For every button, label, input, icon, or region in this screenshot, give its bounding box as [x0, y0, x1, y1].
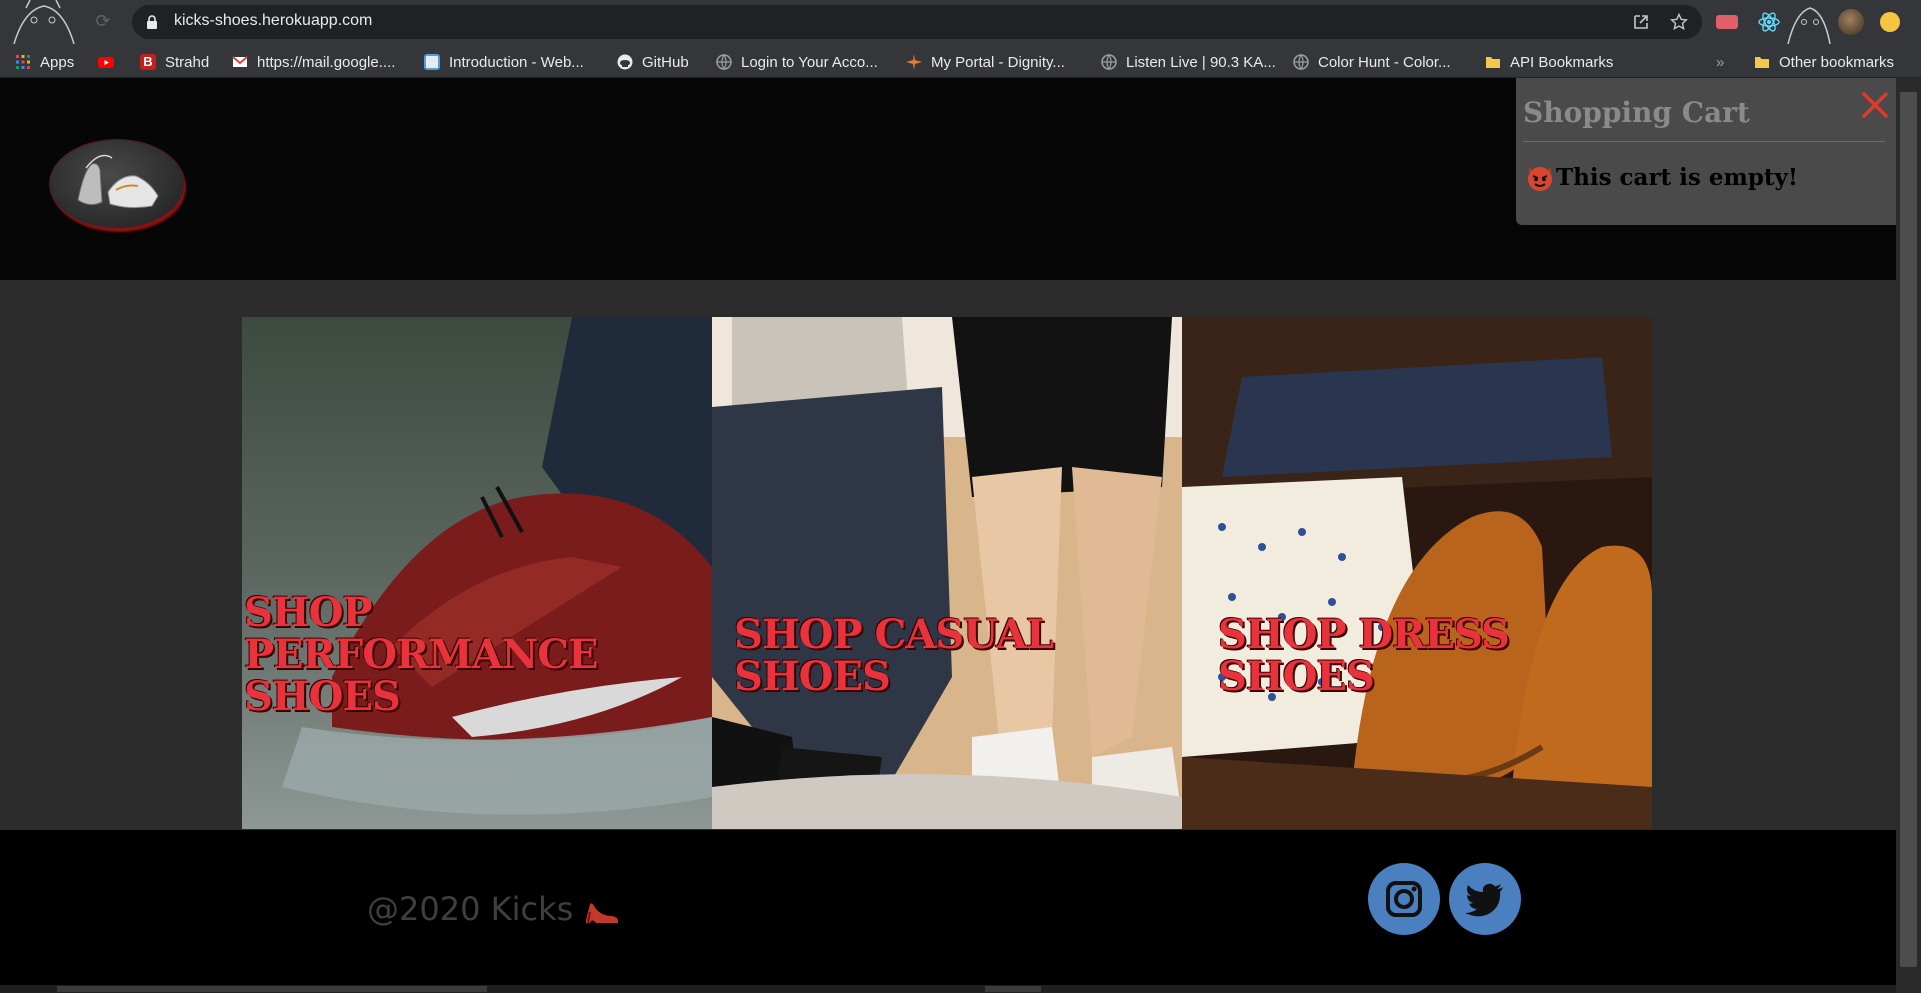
twitter-icon	[1465, 883, 1503, 917]
copyright-text: @2020 Kicks	[367, 890, 574, 928]
devil-emoji-icon	[1528, 166, 1552, 191]
apps-grid-icon	[16, 55, 30, 69]
close-cart-icon[interactable]	[1860, 90, 1890, 120]
page: Shopping Cart This cart is empty! SHOP P…	[0, 78, 1896, 993]
gmail-icon	[232, 56, 248, 67]
lock-icon	[147, 15, 157, 29]
bookmark-label: Introduction - Web...	[449, 53, 584, 71]
bookmark-label: My Portal - Dignity...	[931, 53, 1065, 71]
performance-shoe-photo	[242, 317, 712, 829]
horizontal-scrollbar[interactable]	[0, 985, 1896, 993]
globe-icon	[1101, 54, 1117, 70]
shopping-cart-panel: Shopping Cart This cart is empty!	[1516, 78, 1896, 225]
totoro-theme-art	[13, 0, 75, 44]
tile-casual-shoes[interactable]: SHOP CASUAL SHOES	[712, 317, 1182, 829]
kicks-logo[interactable]	[50, 140, 184, 228]
cart-empty-message: This cart is empty!	[1556, 164, 1799, 191]
scrollbar-thumb[interactable]	[1900, 92, 1917, 967]
instagram-button[interactable]	[1368, 863, 1440, 935]
bookmarks-overflow-chevron[interactable]: »	[1716, 52, 1724, 72]
bookmark-label: Listen Live | 90.3 KA...	[1126, 53, 1276, 71]
page-icon	[424, 54, 440, 70]
totoro-theme-art-right	[1787, 7, 1831, 44]
github-icon	[617, 54, 633, 70]
dress-shoe-photo	[1182, 317, 1652, 829]
bookmark-github[interactable]: GitHub	[617, 52, 689, 72]
reload-icon[interactable]: ⟳	[92, 11, 114, 33]
bookmark-youtube[interactable]	[98, 52, 114, 72]
globe-icon	[716, 54, 732, 70]
star-burst-icon	[906, 54, 922, 70]
address-bar[interactable]: kicks-shoes.herokuapp.com	[132, 5, 1702, 39]
browser-toolbar: ⟳ kicks-shoes.herokuapp.com	[0, 0, 1921, 44]
folder-icon	[1486, 57, 1500, 68]
extension-sun-icon[interactable]	[1880, 12, 1900, 32]
casual-shoe-photo	[712, 317, 1182, 829]
profile-avatar[interactable]	[1838, 9, 1864, 35]
url-text: kicks-shoes.herokuapp.com	[174, 12, 373, 29]
bookmark-label: Other bookmarks	[1779, 53, 1895, 71]
bookmark-label: GitHub	[642, 53, 689, 71]
bookmark-label: API Bookmarks	[1510, 53, 1614, 71]
category-tiles: SHOP PERFORMANCE SHOES SHOP CASUAL SHOES	[242, 317, 1652, 829]
folder-icon	[1755, 57, 1769, 68]
instagram-icon	[1386, 881, 1422, 917]
bookmark-apps[interactable]: Apps	[15, 52, 74, 72]
bookmark-introduction[interactable]: Introduction - Web...	[424, 52, 584, 72]
tile-label: SHOP DRESS SHOES	[1218, 611, 1510, 700]
bookmark-star-icon[interactable]	[1670, 13, 1688, 31]
sneakers-logo-image	[77, 154, 159, 209]
bookmark-gmail[interactable]: https://mail.google....	[232, 52, 395, 72]
site-footer: @2020 Kicks	[0, 830, 1896, 993]
extension-video-icon[interactable]	[1716, 15, 1738, 29]
bookmark-strahd[interactable]: B Strahd	[140, 52, 209, 72]
bookmark-listen-live[interactable]: Listen Live | 90.3 KA...	[1101, 52, 1276, 72]
open-in-new-icon[interactable]	[1632, 13, 1650, 31]
globe-icon	[1293, 54, 1309, 70]
twitter-button[interactable]	[1449, 863, 1521, 935]
high-heel-icon	[586, 903, 618, 924]
tile-dress-shoes[interactable]: SHOP DRESS SHOES	[1182, 317, 1652, 829]
bookmark-my-portal[interactable]: My Portal - Dignity...	[906, 52, 1065, 72]
tile-performance-shoes[interactable]: SHOP PERFORMANCE SHOES	[242, 317, 712, 829]
tile-label: SHOP CASUAL SHOES	[734, 611, 1054, 700]
bookmark-label: https://mail.google....	[257, 53, 396, 71]
react-devtools-icon[interactable]	[1757, 10, 1781, 34]
cart-title: Shopping Cart	[1523, 96, 1750, 129]
bookmark-api-bookmarks[interactable]: API Bookmarks	[1485, 52, 1613, 72]
bookmark-label: Apps	[40, 53, 75, 71]
youtube-icon	[98, 57, 114, 68]
bookmark-label: Login to Your Acco...	[741, 53, 878, 71]
horizontal-scroll-marker	[985, 986, 1041, 992]
bookmark-label: Strahd	[165, 53, 210, 71]
vertical-scrollbar[interactable]	[1896, 78, 1921, 993]
cart-divider	[1523, 141, 1885, 142]
horizontal-scroll-thumb[interactable]	[57, 986, 487, 992]
tile-label: SHOP PERFORMANCE SHOES	[244, 589, 599, 720]
bookmark-other[interactable]: Other bookmarks	[1754, 52, 1894, 72]
bookmarks-bar: Apps B Strahd https://mail.google.... In…	[0, 44, 1921, 78]
bookmark-label: Color Hunt - Color...	[1318, 53, 1451, 71]
bookmark-login[interactable]: Login to Your Acco...	[716, 52, 878, 72]
b-icon: B	[140, 54, 156, 70]
bookmark-color-hunt[interactable]: Color Hunt - Color...	[1293, 52, 1451, 72]
